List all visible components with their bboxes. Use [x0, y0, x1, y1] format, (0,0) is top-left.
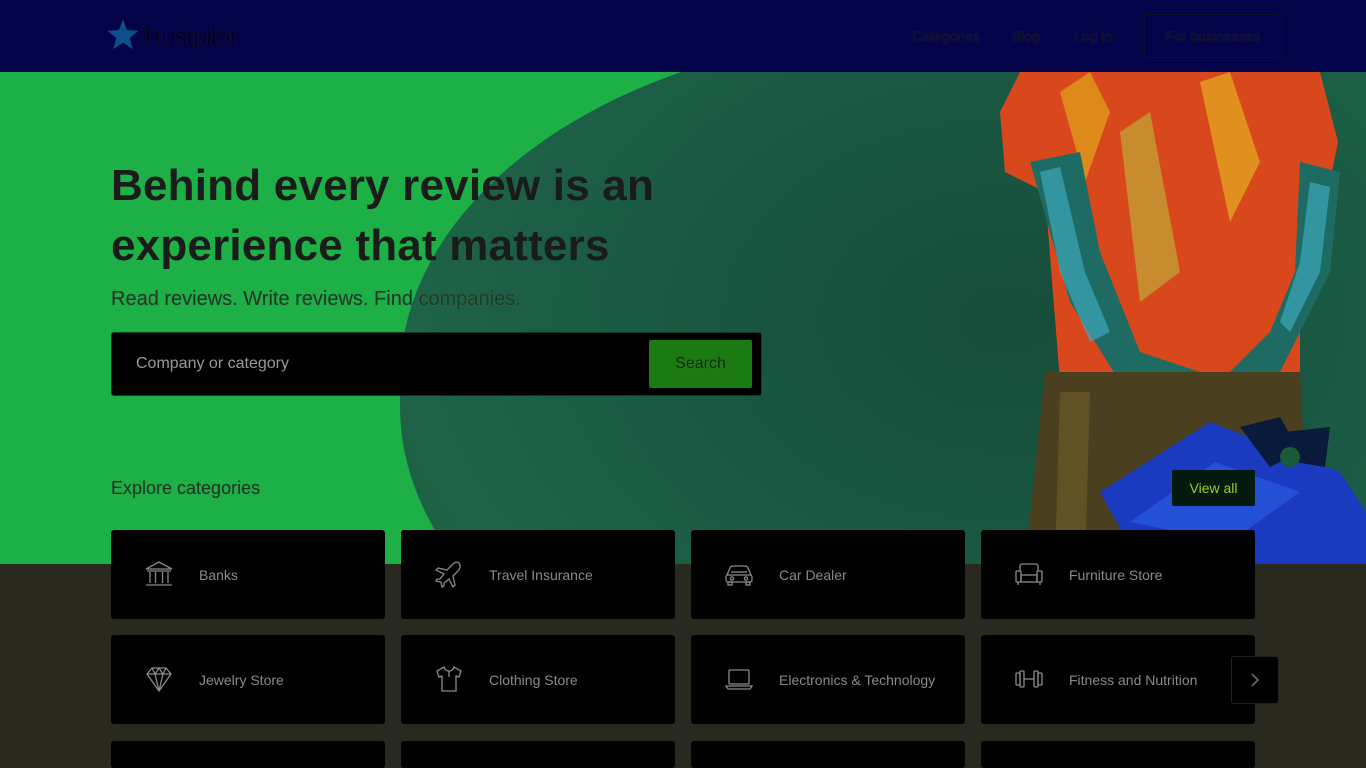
hero-section: Behind every review is an experience tha…: [0, 72, 1366, 564]
category-label: Travel Insurance: [489, 566, 593, 583]
category-card-car-dealer[interactable]: Car Dealer: [691, 530, 965, 619]
category-card-furniture-store[interactable]: Furniture Store: [981, 530, 1255, 619]
category-card-clothing-store[interactable]: Clothing Store: [401, 635, 675, 724]
category-label: Fitness and Nutrition: [1069, 671, 1198, 688]
bank-icon: [143, 558, 175, 590]
top-navigation-bar: Trustpilot Categories Blog Log in For bu…: [0, 0, 1366, 72]
category-label: Jewelry Store: [199, 671, 284, 688]
category-card-partial[interactable]: [401, 741, 675, 768]
carousel-next-button[interactable]: [1231, 656, 1279, 704]
category-card-partial[interactable]: [111, 741, 385, 768]
category-card-fitness-nutrition[interactable]: Fitness and Nutrition: [981, 635, 1255, 724]
view-all-button[interactable]: View all: [1172, 470, 1255, 506]
nav-blog-link[interactable]: Blog: [1012, 28, 1040, 44]
airplane-icon: [433, 558, 465, 590]
logo-text: Trustpilot: [140, 22, 236, 51]
star-icon: [107, 19, 139, 50]
category-card-electronics-technology[interactable]: Electronics & Technology: [691, 635, 965, 724]
category-label: Electronics & Technology: [779, 671, 936, 688]
nav-login-link[interactable]: Log in: [1074, 28, 1112, 44]
search-button[interactable]: Search: [649, 340, 752, 388]
nav-categories-link[interactable]: Categories: [912, 28, 980, 44]
for-businesses-button[interactable]: For businesses: [1144, 14, 1282, 58]
main-nav: Categories Blog Log in For businesses: [912, 0, 1282, 72]
category-card-travel-insurance[interactable]: Travel Insurance: [401, 530, 675, 619]
search-input[interactable]: [136, 355, 649, 373]
category-card-partial[interactable]: [981, 741, 1255, 768]
sofa-icon: [1013, 558, 1045, 590]
search-bar: Search: [111, 332, 762, 396]
dumbbell-icon: [1013, 663, 1045, 695]
car-icon: [723, 558, 755, 590]
category-label: Clothing Store: [489, 671, 578, 688]
category-label: Furniture Store: [1069, 566, 1163, 583]
category-card-jewelry-store[interactable]: Jewelry Store: [111, 635, 385, 724]
hero-title: Behind every review is an experience tha…: [111, 161, 655, 270]
diamond-icon: [143, 663, 175, 695]
tshirt-icon: [433, 663, 465, 695]
category-card-banks[interactable]: Banks: [111, 530, 385, 619]
category-label: Banks: [199, 566, 238, 583]
hero-subtitle: Read reviews. Write reviews. Find compan…: [111, 288, 521, 310]
chevron-right-icon: [1251, 673, 1260, 687]
category-label: Car Dealer: [779, 566, 847, 583]
trustpilot-logo[interactable]: Trustpilot: [106, 17, 236, 53]
laptop-icon: [723, 663, 755, 695]
category-card-partial[interactable]: [691, 741, 965, 768]
explore-categories-heading: Explore categories: [111, 478, 261, 498]
